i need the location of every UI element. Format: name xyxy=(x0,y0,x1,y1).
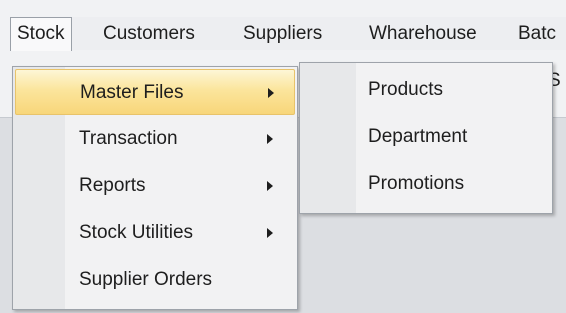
menu-item-label: Transaction xyxy=(79,128,178,149)
submenu-item-promotions[interactable]: Promotions xyxy=(302,161,550,207)
submenu-arrow-icon xyxy=(267,134,273,144)
submenu-item-label: Department xyxy=(368,126,468,147)
submenu-arrow-icon xyxy=(267,228,273,238)
stock-dropdown-menu: Master Files Transaction Reports Stock U… xyxy=(12,66,298,310)
menubar: Stock Customers Suppliers Wharehouse Bat… xyxy=(10,17,566,51)
menu-item-master-files[interactable]: Master Files xyxy=(15,69,295,115)
menu-item-reports[interactable]: Reports xyxy=(15,163,295,209)
menu-suppliers[interactable]: Suppliers xyxy=(237,17,328,50)
submenu-item-label: Products xyxy=(368,79,443,100)
submenu-item-department[interactable]: Department xyxy=(302,114,550,160)
menubar-area: Stock Customers Suppliers Wharehouse Bat… xyxy=(0,0,566,64)
menu-item-label: Stock Utilities xyxy=(79,222,194,243)
submenu-item-products[interactable]: Products xyxy=(302,67,550,113)
submenu-item-label: Promotions xyxy=(368,173,465,194)
menu-wharehouse[interactable]: Wharehouse xyxy=(363,17,483,50)
menu-item-label: Master Files xyxy=(80,82,184,103)
menu-item-transaction[interactable]: Transaction xyxy=(15,116,295,162)
menu-item-stock-utilities[interactable]: Stock Utilities xyxy=(15,210,295,256)
master-files-submenu: Products Department Promotions xyxy=(299,62,553,214)
submenu-arrow-icon xyxy=(268,88,274,98)
menu-item-supplier-orders[interactable]: Supplier Orders xyxy=(15,257,295,303)
menu-item-label: Reports xyxy=(79,175,146,196)
menu-stock[interactable]: Stock xyxy=(10,17,72,51)
menu-batch[interactable]: Batc xyxy=(512,17,562,50)
menu-customers[interactable]: Customers xyxy=(97,17,201,50)
app-window: Stock Customers Suppliers Wharehouse Bat… xyxy=(0,0,566,313)
menu-item-label: Supplier Orders xyxy=(79,269,213,290)
submenu-arrow-icon xyxy=(267,181,273,191)
